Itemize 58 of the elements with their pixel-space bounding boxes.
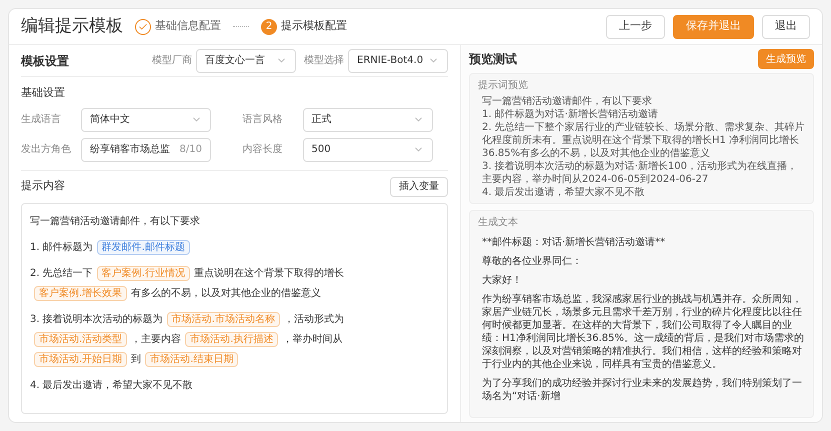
field-label: 生成语言 bbox=[21, 112, 62, 127]
prompt-text: ，举办时间从 bbox=[282, 334, 342, 344]
prompt-text: ，活动形式为 bbox=[284, 314, 344, 324]
variable-tag[interactable]: 市场活动.执行描述 bbox=[185, 332, 278, 346]
prompt-text: 1. 邮件标题为 bbox=[30, 242, 93, 252]
preview-line: 1. 邮件标题为对话·新增长营销活动邀请 bbox=[481, 108, 659, 121]
header-button[interactable]: 保存并退出 bbox=[673, 14, 754, 38]
generated-paragraph: 大家好！ bbox=[481, 274, 523, 287]
section-title: 基础设置 bbox=[21, 85, 66, 101]
preview-line: 3. 接着说明本次活动的标题为对话·新增长100，活动形式为在线直播，主要内容，举办时间从2024-06-05到2024-06-27 bbox=[481, 160, 798, 186]
prompt-text: 重点说明在这个背景下取得的增长 bbox=[194, 268, 344, 278]
preview-line: 4. 最后发出邀请，希望大家不见不散 bbox=[481, 186, 646, 199]
box-label: 提示词预览 bbox=[478, 79, 529, 93]
variable-tag[interactable]: 市场活动.市场活动名称 bbox=[166, 312, 280, 326]
check-icon bbox=[135, 18, 151, 34]
prompt-text: 4. 最后发出邀请，希望大家不见不散 bbox=[30, 380, 193, 390]
variable-tag[interactable]: 市场活动.结束日期 bbox=[145, 352, 238, 366]
prompt-text: 到 bbox=[131, 354, 142, 364]
variable-tag[interactable]: 市场活动.活动类型 bbox=[34, 332, 128, 346]
insert-variable-button[interactable]: 插入变量 bbox=[390, 176, 448, 196]
field-label: 发出方角色 bbox=[21, 142, 72, 157]
panel-title: 模板设置 bbox=[21, 52, 69, 70]
prompt-text: 3. 接着说明本次活动的标题为 bbox=[30, 314, 163, 324]
field-label: 语言风格 bbox=[242, 112, 284, 127]
header-button[interactable]: 退出 bbox=[762, 14, 810, 38]
step-number: 2 bbox=[261, 18, 277, 34]
panel-title: 预览测试 bbox=[469, 51, 517, 68]
field-label: 内容长度 bbox=[242, 142, 284, 157]
select-field[interactable]: 百度文心一言 bbox=[196, 48, 296, 72]
field-label: 模型厂商 bbox=[152, 54, 192, 68]
box-label: 生成文本 bbox=[478, 216, 519, 230]
variable-tag[interactable]: 群发邮件.邮件标题 bbox=[96, 240, 190, 254]
preview-line: 写一篇营销活动邀请邮件，有以下要求 bbox=[481, 95, 653, 108]
variable-tag[interactable]: 客户案例.增长效果 bbox=[34, 286, 128, 300]
variable-tag[interactable]: 市场活动.开始日期 bbox=[34, 352, 128, 366]
select-field[interactable]: 正式 bbox=[302, 108, 432, 132]
section-title: 提示内容 bbox=[21, 178, 65, 194]
field-label: 模型选择 bbox=[304, 54, 344, 68]
header-button[interactable]: 上一步 bbox=[606, 14, 665, 38]
prompt-text: 2. 先总结一下 bbox=[30, 268, 93, 278]
prompt-text: ，主要内容 bbox=[131, 334, 182, 344]
generated-paragraph: 作为纷享销客市场总监，我深感家居行业的挑战与机遇并存。众所周知，家居产业链冗长，场景多元且需求千差万别，行业的碎片化程度比以往任何时候都更加显著。在这样的大背景下，我们公司取得了令人瞩目的业绩：H1净利润同比增长36.85%。这一成绩的背后，是我们对市场需求的深刻洞察，以及对营销策略的精准执行。我们相信，这样的经验和策略对于行业内的其他企业来说，同样具有宝贵的借鉴意义。 bbox=[481, 293, 805, 371]
step-label: 提示模板配置 bbox=[281, 18, 347, 34]
input-field[interactable]: 纷享销客市场总监 8/10 bbox=[81, 138, 211, 162]
preview-line: 2. 先总结一下整个家居行业的产业链较长、场景分散、需求复杂、其碎片化程度前所未有。重点说明在这个背景下取得的增长H1 净利润同比增长 36.85%有多么的不易，以及对其他企业的借鉴意义 bbox=[481, 121, 805, 160]
select-field[interactable]: ERNIE-Bot4.0 bbox=[348, 48, 448, 72]
prompt-editor[interactable] bbox=[21, 202, 448, 414]
generated-paragraph: 尊敬的各位业界同仁： bbox=[481, 255, 583, 268]
prompt-text: 有多么的不易，以及对其他企业的借鉴意义 bbox=[131, 288, 322, 298]
generated-paragraph: 为了分享我们的成功经验并探讨行业未来的发展趋势，我们特别策划了一场名为“对话·新增 bbox=[481, 377, 803, 403]
select-field[interactable]: 500 bbox=[302, 138, 432, 162]
prompt-text: 写一篇营销活动邀请邮件，有以下要求 bbox=[30, 216, 200, 226]
page-title: 编辑提示模板 bbox=[21, 14, 123, 38]
step-label: 基础信息配置 bbox=[155, 18, 221, 34]
variable-tag[interactable]: 客户案例.行业情况 bbox=[96, 266, 190, 280]
generated-paragraph: **邮件标题：对话·新增长营销活动邀请** bbox=[481, 236, 666, 249]
select-field[interactable]: 简体中文 bbox=[81, 108, 211, 132]
generate-preview-button[interactable]: 生成预览 bbox=[758, 49, 814, 69]
